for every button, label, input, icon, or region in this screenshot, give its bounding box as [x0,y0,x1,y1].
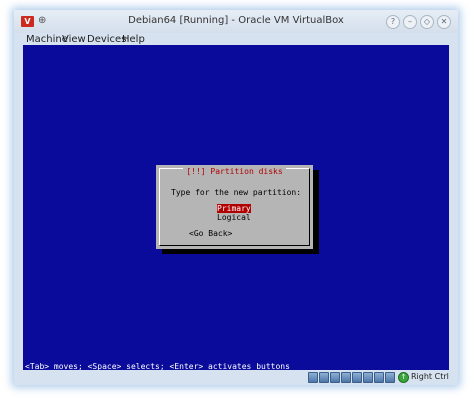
usb-icon[interactable] [330,372,340,383]
dialog-title: [!!] Partition disks [160,167,309,176]
option-logical[interactable]: Logical [217,213,251,222]
go-back-button[interactable]: <Go Back> [189,229,232,238]
host-key-label: Right Ctrl [411,372,449,381]
partition-type-prompt: Type for the new partition: [171,188,302,197]
dialog-title-text: [!!] Partition disks [183,167,286,176]
maximize-button[interactable]: ◇ [420,15,434,29]
optical-drive-icon[interactable] [319,372,329,383]
help-button[interactable]: ? [386,15,400,29]
title-bar[interactable]: V ⊕ Debian64 [Running] - Oracle VM Virtu… [14,10,458,33]
host-key-icon[interactable]: ↑ [398,372,409,383]
hard-disk-icon[interactable] [308,372,318,383]
video-capture-icon[interactable] [374,372,384,383]
status-bar: ↑ Right Ctrl [14,370,458,385]
minimize-button[interactable]: – [403,15,417,29]
vm-screen[interactable]: [!!] Partition disks Type for the new pa… [23,45,449,370]
dialog-frame: [!!] Partition disks Type for the new pa… [159,167,310,246]
option-primary[interactable]: Primary [217,204,251,213]
virtualbox-window: V ⊕ Debian64 [Running] - Oracle VM Virtu… [14,10,458,385]
keyboard-help-line: <Tab> moves; <Space> selects; <Enter> ac… [25,362,290,370]
cpu-icon[interactable] [385,372,395,383]
shared-folders-icon[interactable] [341,372,351,383]
close-button[interactable]: ✕ [437,15,451,29]
display-icon[interactable] [363,372,373,383]
partition-dialog: [!!] Partition disks Type for the new pa… [156,165,313,249]
network-icon[interactable] [352,372,362,383]
